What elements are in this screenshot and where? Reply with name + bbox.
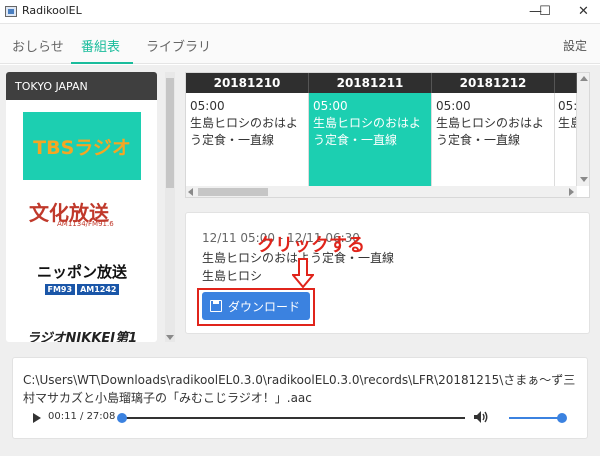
area-header: TOKYO JAPAN — [6, 72, 157, 100]
total-duration: 27:08 — [86, 411, 116, 422]
volume-handle[interactable] — [557, 413, 567, 423]
active-tab-indicator — [71, 62, 133, 64]
station-name: TBSラジオ — [33, 136, 131, 159]
date-header: 20181212 — [432, 73, 555, 93]
scroll-down-icon[interactable] — [580, 177, 588, 182]
volume-track[interactable] — [509, 417, 563, 419]
grid-vertical-scrollbar[interactable] — [577, 73, 589, 186]
close-button[interactable]: ✕ — [567, 0, 600, 24]
maximize-button[interactable]: ☐ — [530, 0, 560, 24]
tab-program-guide[interactable]: 番組表 — [81, 36, 120, 55]
station-frequency: AM1134/FM91.6 — [57, 220, 114, 228]
station-list-scrollbar[interactable] — [165, 72, 175, 342]
seek-handle[interactable] — [117, 413, 127, 423]
annotation-text: クリックする — [257, 235, 365, 256]
elapsed-time: 00:11 — [48, 411, 77, 422]
scroll-left-icon[interactable] — [188, 188, 193, 196]
program-title: 生島ヒロシのおはよう定食・一直線 — [190, 116, 299, 147]
program-title: 生島 — [558, 116, 576, 130]
tab-library[interactable]: ライブラリ — [146, 36, 211, 55]
scroll-down-icon[interactable] — [166, 335, 174, 340]
scroll-right-icon[interactable] — [569, 188, 574, 196]
playback-time: 00:11 / 27:08 — [48, 411, 116, 422]
program-personality: 生島ヒロシ — [202, 269, 263, 283]
station-frequency: AM1242 — [77, 284, 120, 295]
tab-news[interactable]: おしらせ — [12, 36, 64, 55]
station-list: TOKYO JAPAN TBSラジオ 文化放送 AM1134/FM91.6 ニッ… — [6, 72, 157, 342]
scrollbar-thumb[interactable] — [166, 78, 174, 188]
program-time: 05:00 — [436, 99, 471, 113]
program-column: 20181210 05:00 生島ヒロシのおはよう定食・一直線 — [186, 73, 309, 186]
station-frequency: FM93 — [44, 284, 76, 295]
volume-icon[interactable] — [473, 410, 489, 424]
app-icon — [5, 6, 17, 17]
settings-link[interactable]: 設定 — [563, 37, 587, 54]
program-column: 05: 生島 — [555, 73, 577, 186]
title-bar: RadikoolEL — ☐ ✕ — [0, 0, 600, 24]
program-column: 20181212 05:00 生島ヒロシのおはよう定食・一直線 — [432, 73, 555, 186]
file-path: C:\Users\WT\Downloads\radikoolEL0.3.0\ra… — [23, 373, 576, 405]
tab-bar: おしらせ 番組表 ライブラリ 設定 — [0, 24, 600, 64]
station-bunka-logo[interactable]: 文化放送 AM1134/FM91.6 — [23, 190, 141, 232]
program-title: 生島ヒロシのおはよう定食・一直線 — [436, 116, 545, 147]
highlight-box — [197, 288, 315, 326]
station-nippon-logo[interactable]: ニッポン放送 FM93 AM1242 — [23, 256, 141, 300]
seek-track[interactable] — [119, 417, 465, 419]
station-frequencies: FM93 AM1242 — [44, 284, 120, 295]
grid-horizontal-scrollbar[interactable] — [186, 186, 577, 197]
play-icon[interactable] — [33, 413, 41, 423]
station-name: ラジオNIKKEI第1 — [26, 330, 138, 343]
window-title: RadikoolEL — [22, 4, 82, 17]
program-column: 20181211 05:00 生島ヒロシのおはよう定食・一直線 — [309, 73, 432, 186]
date-header: 20181210 — [186, 73, 309, 93]
program-time: 05: — [558, 99, 577, 113]
down-arrow-icon — [292, 258, 314, 288]
date-header — [555, 73, 577, 93]
date-header: 20181211 — [309, 73, 432, 93]
program-grid: 20181210 05:00 生島ヒロシのおはよう定食・一直線 20181211… — [185, 72, 590, 198]
program-cell[interactable]: 05:00 生島ヒロシのおはよう定食・一直線 — [186, 93, 309, 186]
station-tbs-logo[interactable]: TBSラジオ — [23, 112, 141, 180]
scrollbar-thumb[interactable] — [198, 188, 268, 196]
program-cell-selected[interactable]: 05:00 生島ヒロシのおはよう定食・一直線 — [309, 93, 432, 186]
station-name: ニッポン放送 — [36, 263, 127, 281]
program-title: 生島ヒロシのおはよう定食・一直線 — [313, 116, 422, 147]
program-cell[interactable]: 05:00 生島ヒロシのおはよう定食・一直線 — [432, 93, 555, 186]
scroll-up-icon[interactable] — [580, 76, 588, 81]
program-time: 05:00 — [190, 99, 225, 113]
program-cell[interactable]: 05: 生島 — [555, 93, 577, 186]
program-time: 05:00 — [313, 99, 348, 113]
audio-player: C:\Users\WT\Downloads\radikoolEL0.3.0\ra… — [12, 357, 588, 439]
station-nikkei-logo[interactable]: ラジオNIKKEI第1 — [23, 324, 141, 343]
